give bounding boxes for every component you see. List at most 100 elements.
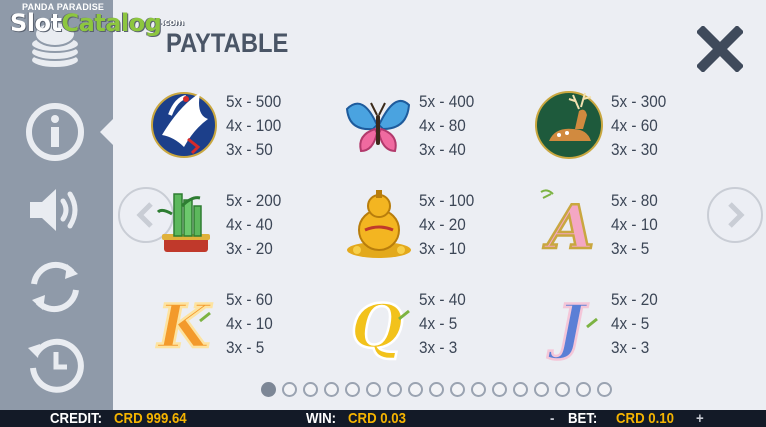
deer-symbol-icon xyxy=(535,85,607,165)
pay-3x: 3x - 50 xyxy=(226,140,273,159)
page-dot[interactable] xyxy=(576,382,591,397)
active-item-pointer xyxy=(100,118,114,146)
bamboo-symbol-icon xyxy=(150,184,222,264)
page-dot[interactable] xyxy=(429,382,444,397)
letter-q-symbol-icon: Q xyxy=(343,283,415,363)
page-dot[interactable] xyxy=(492,382,507,397)
letter-k-symbol-icon: K xyxy=(150,283,222,363)
paytable-cell-bamboo: 5x - 200 4x - 40 3x - 20 xyxy=(150,184,340,264)
letter-q-glyph: Q xyxy=(351,292,403,362)
pay-5x: 5x - 400 xyxy=(419,92,475,111)
crane-symbol-icon xyxy=(150,85,222,165)
page-dot[interactable] xyxy=(303,382,318,397)
letter-a-glyph: A xyxy=(543,193,595,263)
page-dot[interactable] xyxy=(408,382,423,397)
page-dot[interactable] xyxy=(387,382,402,397)
autoplay-icon xyxy=(31,261,79,313)
pays-crane: 5x - 500 4x - 100 3x - 50 xyxy=(226,90,281,162)
paytable-cell-gourd: 5x - 100 4x - 20 3x - 10 xyxy=(343,184,533,264)
pay-4x: 4x - 5 xyxy=(611,314,650,333)
page-dot[interactable] xyxy=(324,382,339,397)
win-label: WIN: xyxy=(306,410,337,427)
page-dot[interactable] xyxy=(471,382,486,397)
pay-3x: 3x - 5 xyxy=(226,338,265,357)
paytable-cell-letter-k: K 5x - 60 4x - 10 3x - 5 xyxy=(150,283,340,363)
pay-5x: 5x - 40 xyxy=(419,290,466,309)
paytable-cell-butterfly: 5x - 400 4x - 80 3x - 40 xyxy=(343,85,533,165)
pay-5x: 5x - 300 xyxy=(611,92,667,111)
pay-3x: 3x - 3 xyxy=(419,338,458,357)
pays-j: 5x - 20 4x - 5 3x - 3 xyxy=(611,288,658,360)
pay-5x: 5x - 60 xyxy=(226,290,273,309)
status-bar: CREDIT: CRD 999.64 WIN: CRD 0.03 - BET: … xyxy=(0,410,766,427)
history-button[interactable] xyxy=(22,332,88,398)
pay-3x: 3x - 10 xyxy=(419,239,466,258)
pay-5x: 5x - 200 xyxy=(226,191,282,210)
logo-suffix: .com xyxy=(161,18,184,28)
paytable-cell-letter-q: Q 5x - 40 4x - 5 3x - 3 xyxy=(343,283,533,363)
sound-icon xyxy=(30,189,78,231)
pays-k: 5x - 60 4x - 10 3x - 5 xyxy=(226,288,273,360)
pay-4x: 4x - 100 xyxy=(226,116,282,135)
pays-deer: 5x - 300 4x - 60 3x - 30 xyxy=(611,90,666,162)
brand-overlay: PANDA PARADISE SlotCatalog.com xyxy=(10,2,184,37)
paytable-cell-deer: 5x - 300 4x - 60 3x - 30 xyxy=(535,85,725,165)
letter-j-symbol-icon: J xyxy=(535,283,607,363)
pay-4x: 4x - 60 xyxy=(611,116,658,135)
page-dot[interactable] xyxy=(450,382,465,397)
history-icon xyxy=(28,338,84,393)
pays-a: 5x - 80 4x - 10 3x - 5 xyxy=(611,189,658,261)
pay-4x: 4x - 10 xyxy=(611,215,658,234)
paytable-cell-crane: 5x - 500 4x - 100 3x - 50 xyxy=(150,85,340,165)
page-title: PAYTABLE xyxy=(166,28,289,58)
sidebar xyxy=(0,0,114,410)
page-dot[interactable] xyxy=(534,382,549,397)
page-indicator xyxy=(261,382,612,397)
pay-4x: 4x - 10 xyxy=(226,314,273,333)
letter-j-glyph: J xyxy=(547,292,589,362)
gold-gourd-symbol-icon xyxy=(343,184,415,264)
close-icon xyxy=(695,24,745,74)
bet-value: CRD 0.10 xyxy=(616,410,674,427)
credit-label: CREDIT: xyxy=(50,410,103,427)
page-dot[interactable] xyxy=(597,382,612,397)
site-logo: SlotCatalog.com xyxy=(10,9,184,37)
pay-3x: 3x - 5 xyxy=(611,239,650,258)
pay-5x: 5x - 100 xyxy=(419,191,475,210)
pay-5x: 5x - 20 xyxy=(611,290,658,309)
page-dot[interactable] xyxy=(555,382,570,397)
letter-k-glyph: K xyxy=(156,292,213,362)
pay-4x: 4x - 40 xyxy=(226,215,273,234)
pays-gourd: 5x - 100 4x - 20 3x - 10 xyxy=(419,189,474,261)
page-dot[interactable] xyxy=(513,382,528,397)
pays-butterfly: 5x - 400 4x - 80 3x - 40 xyxy=(419,90,474,162)
pays-bamboo: 5x - 200 4x - 40 3x - 20 xyxy=(226,189,281,261)
pay-4x: 4x - 80 xyxy=(419,116,466,135)
pay-3x: 3x - 30 xyxy=(611,140,658,159)
paytable-cell-letter-j: J 5x - 20 4x - 5 3x - 3 xyxy=(535,283,725,363)
pay-5x: 5x - 500 xyxy=(226,92,282,111)
info-icon xyxy=(26,103,84,161)
bet-increase-button[interactable]: + xyxy=(696,410,704,427)
butterfly-symbol-icon xyxy=(343,85,415,165)
letter-a-symbol-icon: A xyxy=(535,184,607,264)
sound-button[interactable] xyxy=(22,177,88,243)
page-dot[interactable] xyxy=(282,382,297,397)
page-dot[interactable] xyxy=(345,382,360,397)
logo-part2: Catalog xyxy=(61,9,162,37)
bet-decrease-button[interactable]: - xyxy=(550,410,554,427)
info-button[interactable] xyxy=(22,99,88,165)
page-dot[interactable] xyxy=(366,382,381,397)
pays-q: 5x - 40 4x - 5 3x - 3 xyxy=(419,288,466,360)
pay-5x: 5x - 80 xyxy=(611,191,658,210)
bet-label: BET: xyxy=(568,410,598,427)
pay-3x: 3x - 20 xyxy=(226,239,273,258)
pay-3x: 3x - 40 xyxy=(419,140,466,159)
paytable-cell-letter-a: A 5x - 80 4x - 10 3x - 5 xyxy=(535,184,725,264)
close-button[interactable] xyxy=(695,24,745,74)
pay-4x: 4x - 5 xyxy=(419,314,458,333)
logo-part1: Slot xyxy=(10,9,62,37)
page-dot[interactable] xyxy=(261,382,276,397)
autoplay-button[interactable] xyxy=(22,254,88,320)
pay-3x: 3x - 3 xyxy=(611,338,650,357)
